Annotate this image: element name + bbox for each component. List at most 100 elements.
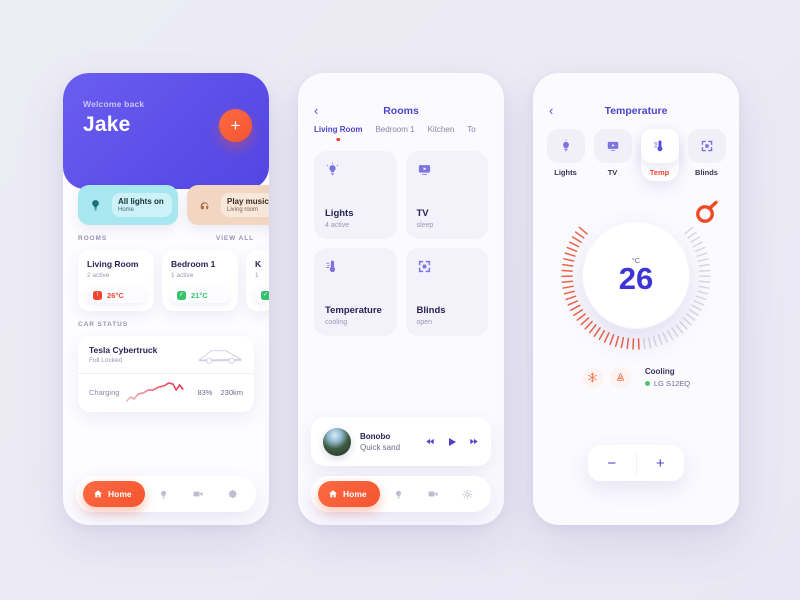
track-info: Bonobo Quick sand: [360, 432, 416, 452]
car-lock-status: Full Locked: [89, 357, 123, 364]
room-name: Living Room: [87, 259, 139, 269]
view-all-link[interactable]: VIEW ALL: [216, 235, 254, 242]
device-card-temperature[interactable]: Temperature cooling: [314, 248, 397, 336]
nav-camera-button[interactable]: [181, 488, 214, 500]
increase-temperature-button[interactable]: +: [637, 445, 685, 481]
device-name: Blinds: [416, 305, 446, 316]
snowflake-icon[interactable]: [581, 367, 603, 388]
bottom-nav: Home: [76, 476, 256, 512]
rooms-topbar: ‹ Rooms: [298, 73, 504, 121]
car-card-bottom: Charging 83% 230km: [78, 374, 254, 412]
device-card-blinds[interactable]: Blinds open: [405, 248, 488, 336]
car-section-header: CAR STATUS: [63, 321, 269, 328]
quick-action-text: All lights on Home: [112, 193, 172, 217]
device-status: open: [416, 319, 433, 326]
decrease-temperature-button[interactable]: −: [588, 445, 636, 481]
device-model: LG S12EQ: [653, 379, 691, 388]
temperature-topbar: ‹ Temperature: [533, 73, 739, 121]
mode-tv[interactable]: TV: [593, 129, 632, 181]
mode-lights[interactable]: Lights: [546, 129, 585, 181]
room-temp-badge: ✓ 21°C: [171, 287, 229, 303]
chevron-left-icon[interactable]: ‹: [549, 104, 561, 117]
nav-home-button[interactable]: Home: [318, 481, 380, 507]
status-dot-icon: [644, 381, 650, 386]
nav-camera-button[interactable]: [416, 488, 449, 500]
gear-icon: [228, 489, 237, 498]
device-card-lights[interactable]: Lights 4 active: [314, 151, 397, 239]
device-grid: Lights 4 active TV sleep Temperature coo…: [298, 141, 504, 336]
tab-toilet[interactable]: To: [467, 125, 475, 141]
room-card[interactable]: Bedroom 1 1 active ✓ 21°C: [162, 250, 238, 311]
room-active-count: 1 active: [171, 272, 194, 279]
rooms-carousel[interactable]: Living Room 2 active ! 26°C Bedroom 1 1 …: [63, 242, 269, 311]
room-name: K: [255, 259, 262, 269]
next-icon[interactable]: [468, 436, 479, 447]
room-temp-badge: ! 26°C: [87, 287, 145, 303]
device-status: 4 active: [325, 222, 350, 229]
car-icon: [198, 350, 242, 364]
player-controls: [425, 436, 479, 448]
nav-settings-button[interactable]: [216, 489, 249, 500]
charging-sparkline: [126, 382, 184, 402]
quick-action-subtitle: Home: [118, 207, 135, 213]
nav-lights-button[interactable]: [147, 489, 180, 500]
mode-selector: Lights TV Temp Blinds: [533, 121, 739, 181]
chevron-left-icon[interactable]: ‹: [314, 104, 326, 117]
nav-settings-button[interactable]: [451, 489, 484, 500]
room-temperature: 21°C: [191, 290, 208, 300]
quick-action-play-music[interactable]: Play music Living room: [187, 185, 269, 225]
tab-kitchen[interactable]: Kitchen: [428, 125, 455, 141]
quick-action-all-lights-on[interactable]: All lights on Home: [78, 185, 178, 225]
quick-action-title: Play music: [227, 197, 269, 206]
bulb-icon: [160, 490, 166, 499]
device-name: Lights: [325, 208, 354, 219]
device-status: cooling: [325, 319, 348, 326]
car-name: Tesla Cybertruck: [89, 345, 158, 355]
screenshot-canvas: Welcome back Jake + All lights on Home P…: [0, 0, 800, 600]
home-icon: [94, 490, 102, 498]
climate-device: LG S12EQ: [644, 379, 691, 388]
room-card[interactable]: K 1 ✓: [246, 250, 269, 311]
welcome-label: Welcome back: [83, 99, 145, 109]
check-icon: ✓: [261, 290, 269, 300]
nav-home-button[interactable]: Home: [83, 481, 145, 507]
bulb-icon: [84, 194, 106, 216]
room-name: Bedroom 1: [171, 259, 216, 269]
thermometer-pointer-icon[interactable]: [692, 197, 720, 225]
mode-temp[interactable]: Temp: [640, 129, 679, 181]
temperature-dial[interactable]: °C 26: [556, 195, 718, 355]
tab-bedroom-1[interactable]: Bedroom 1: [375, 125, 414, 141]
room-temp-badge: ✓: [255, 287, 269, 303]
mode-tile: [640, 129, 679, 163]
nav-lights-button[interactable]: [382, 489, 415, 500]
rooms-section-header: ROOMS VIEW ALL: [63, 235, 269, 242]
device-card-tv[interactable]: TV sleep: [405, 151, 488, 239]
bulb-icon: [395, 490, 401, 499]
room-card[interactable]: Living Room 2 active ! 26°C: [78, 250, 154, 311]
gear-icon: [462, 489, 473, 499]
rooms-section-title: ROOMS: [78, 235, 108, 242]
music-icon: [193, 194, 215, 216]
quick-action-subtitle: Living room: [227, 207, 259, 213]
mode-label: Lights: [554, 168, 577, 177]
car-charge-percent: 83%: [197, 387, 213, 397]
car-status-card[interactable]: Tesla Cybertruck Full Locked Charging 83…: [78, 336, 254, 412]
quick-action-title: All lights on: [118, 197, 164, 206]
tab-living-room[interactable]: Living Room: [314, 125, 362, 141]
prev-icon[interactable]: [425, 436, 436, 447]
mode-blinds[interactable]: Blinds: [687, 129, 726, 181]
quick-actions-row: All lights on Home Play music Living roo…: [63, 185, 269, 225]
fan-icon[interactable]: [609, 367, 631, 388]
play-icon[interactable]: [446, 436, 458, 448]
home-icon: [329, 490, 337, 498]
track-title: Quick sand: [360, 442, 401, 452]
phone-home-screen: Welcome back Jake + All lights on Home P…: [63, 73, 269, 525]
add-button[interactable]: +: [219, 109, 252, 142]
dial-readout: °C 26: [582, 221, 690, 329]
mode-tile: [546, 129, 585, 163]
room-active-count: 2 active: [87, 272, 110, 279]
track-artist: Bonobo: [360, 431, 391, 441]
tv-icon: [607, 141, 618, 151]
room-temperature: 26°C: [107, 290, 124, 300]
nav-home-label: Home: [343, 489, 367, 499]
